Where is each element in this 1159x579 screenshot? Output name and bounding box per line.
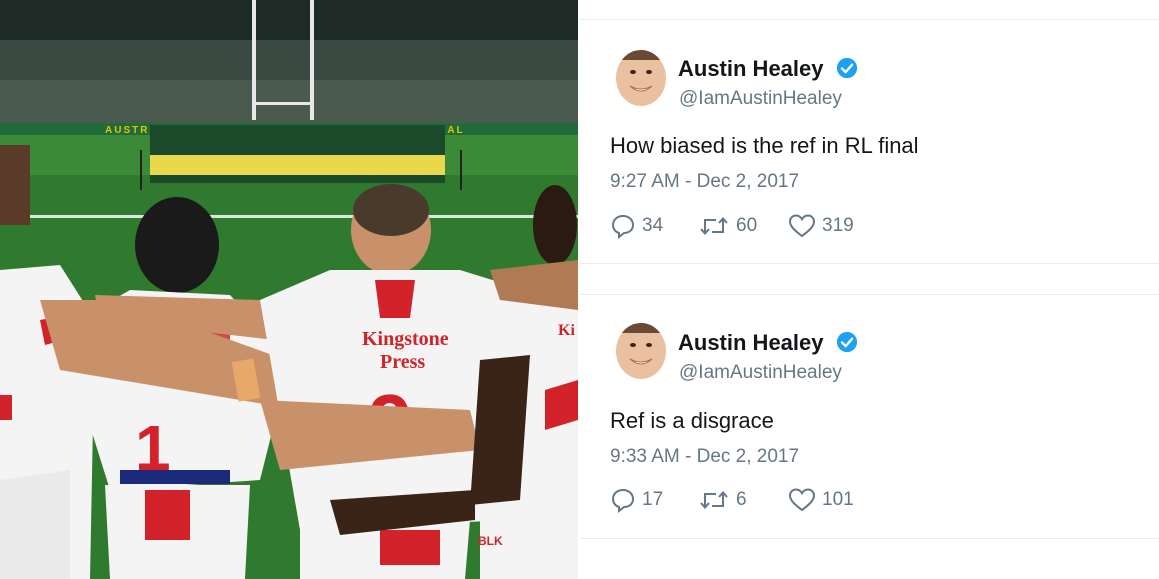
tweet-text: How biased is the ref in RL final <box>610 133 919 158</box>
tweet-timestamp[interactable]: 9:27 AM - Dec 2, 2017 <box>610 171 799 193</box>
reply-count: 17 <box>642 489 664 510</box>
tweet-timestamp[interactable]: 9:33 AM - Dec 2, 2017 <box>610 446 799 468</box>
photo-illustration: AUSTRALIA TRAL tone 1 <box>0 0 578 579</box>
user-handle[interactable]: @IamAustinHealey <box>679 362 842 384</box>
avatar-face <box>616 323 666 379</box>
retweet-button[interactable]: 6 <box>698 485 747 515</box>
retweet-icon <box>700 216 728 236</box>
reply-button[interactable]: 34 <box>610 211 663 241</box>
reply-icon <box>611 488 635 513</box>
team-photo: AUSTRALIA TRAL tone 1 <box>0 0 578 579</box>
like-count: 319 <box>822 215 854 236</box>
display-name[interactable]: Austin Healey <box>678 56 858 82</box>
tweet-card[interactable]: Austin Healey @IamAustinHealey Ref is a … <box>580 295 1159 538</box>
verified-badge-icon <box>836 57 857 79</box>
heart-icon <box>788 214 816 238</box>
pitch-line <box>0 215 578 218</box>
display-name[interactable]: Austin Healey <box>678 330 858 356</box>
retweet-icon <box>700 490 728 510</box>
svg-text:Ki: Ki <box>558 322 575 339</box>
avatar[interactable] <box>616 323 666 379</box>
opposing-team-line <box>150 125 445 183</box>
tweet-text: Ref is a disgrace <box>610 408 774 433</box>
tweet-border <box>580 538 1159 539</box>
avatar[interactable] <box>616 50 666 106</box>
avatar-face <box>616 50 666 106</box>
reply-count: 34 <box>642 215 664 236</box>
sponsor-line-1: Kingstone <box>362 328 449 350</box>
user-handle[interactable]: @IamAustinHealey <box>679 88 842 110</box>
verified-badge-icon <box>836 331 857 353</box>
svg-text:BLK: BLK <box>478 534 503 548</box>
like-button[interactable]: 319 <box>788 211 854 241</box>
retweet-count: 6 <box>736 489 747 510</box>
retweet-count: 60 <box>736 215 758 236</box>
reply-icon <box>611 214 635 239</box>
tweet-list: Austin Healey @IamAustinHealey How biase… <box>580 0 1159 579</box>
like-count: 101 <box>822 489 854 510</box>
retweet-button[interactable]: 60 <box>698 211 757 241</box>
sponsor-line-2: Press <box>380 351 425 373</box>
tweet-gap <box>580 264 1159 294</box>
like-button[interactable]: 101 <box>788 485 854 515</box>
tweet-card[interactable]: Austin Healey @IamAustinHealey How biase… <box>580 20 1159 263</box>
heart-icon <box>788 488 816 512</box>
reply-button[interactable]: 17 <box>610 485 663 515</box>
